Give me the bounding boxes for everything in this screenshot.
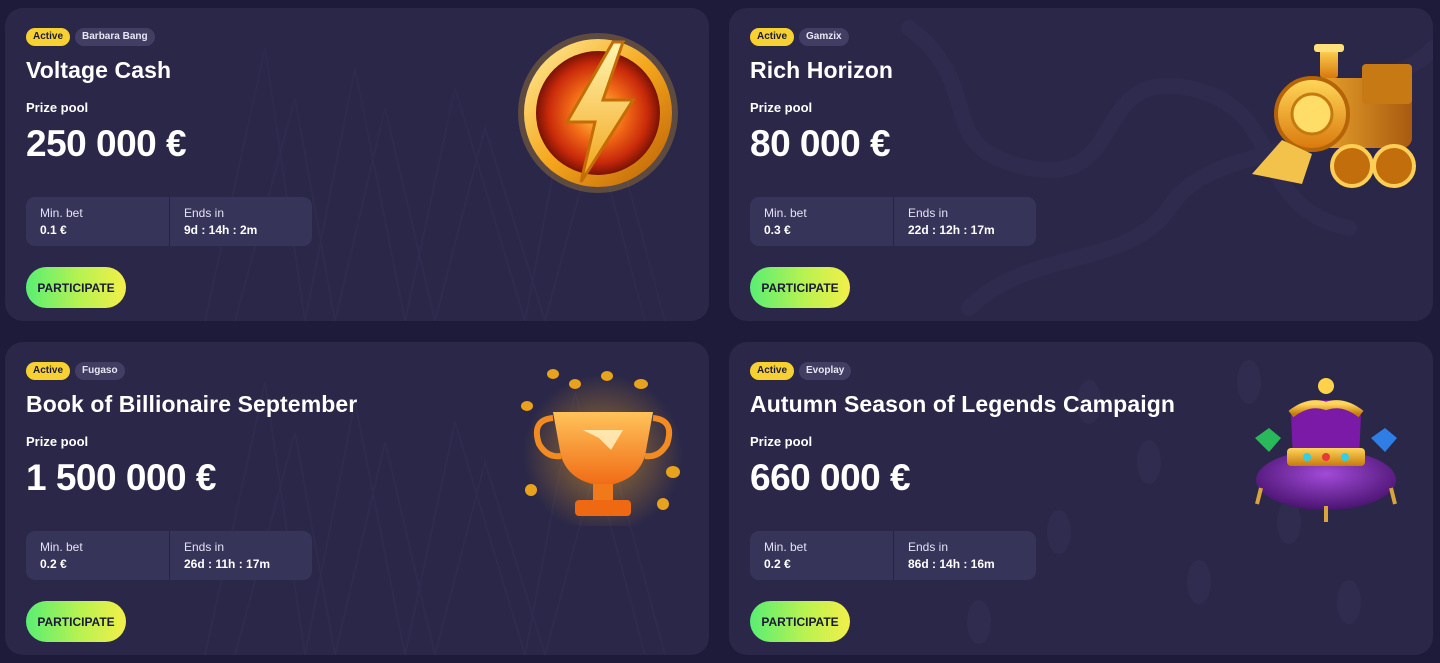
tournament-card: Active Fugaso Book of Billionaire Septem… <box>5 342 709 655</box>
min-bet-label: Min. bet <box>764 206 807 220</box>
status-badge: Active <box>750 362 795 380</box>
ends-in-value: 86d : 14h : 16m <box>908 557 995 571</box>
min-bet-label: Min. bet <box>764 540 807 554</box>
ends-in-value: 26d : 11h : 17m <box>184 557 271 571</box>
status-badge: Active <box>26 28 71 46</box>
ends-in-value: 9d : 14h : 2m <box>184 223 258 237</box>
tournament-title: Rich Horizon <box>750 57 894 83</box>
min-bet-value: 0.2 € <box>764 557 791 571</box>
min-bet-label: Min. bet <box>40 540 83 554</box>
ends-in-label: Ends in <box>908 540 949 554</box>
min-bet-value: 0.2 € <box>40 557 67 571</box>
status-badge: Active <box>750 28 795 46</box>
prize-pool-label: Prize pool <box>750 100 813 115</box>
tournament-title: Voltage Cash <box>26 57 172 83</box>
prize-pool-label: Prize pool <box>750 434 813 449</box>
provider-badge: Fugaso <box>75 362 125 380</box>
ends-in-label: Ends in <box>184 206 225 220</box>
tournament-info-box: Min. bet 0.3 € Ends in 22d : 12h : 17m <box>750 197 1036 246</box>
tournament-info-box: Min. bet 0.2 € Ends in 86d : 14h : 16m <box>750 531 1036 580</box>
min-bet-value: 0.3 € <box>764 223 791 237</box>
tournament-card: Active Evoplay Autumn Season of Legends … <box>729 342 1433 655</box>
tournament-info-box: Min. bet 0.1 € Ends in 9d : 14h : 2m <box>26 197 312 246</box>
tournament-grid: Active Barbara Bang Voltage Cash Prize p… <box>0 0 1440 663</box>
participate-button[interactable]: PARTICIPATE <box>750 601 850 642</box>
min-bet-label: Min. bet <box>40 206 83 220</box>
status-badge: Active <box>26 362 71 380</box>
prize-pool-label: Prize pool <box>26 434 89 449</box>
provider-badge: Evoplay <box>799 362 852 380</box>
prize-pool-value: 660 000 € <box>750 457 911 498</box>
prize-pool-value: 80 000 € <box>750 123 891 164</box>
participate-button[interactable]: PARTICIPATE <box>26 601 126 642</box>
ends-in-label: Ends in <box>908 206 949 220</box>
prize-pool-value: 1 500 000 € <box>26 457 216 498</box>
tournament-info-box: Min. bet 0.2 € Ends in 26d : 11h : 17m <box>26 531 312 580</box>
ends-in-value: 22d : 12h : 17m <box>908 223 995 237</box>
prize-pool-value: 250 000 € <box>26 123 187 164</box>
provider-badge: Barbara Bang <box>75 28 155 46</box>
tournament-title: Book of Billionaire September <box>26 391 358 417</box>
ends-in-label: Ends in <box>184 540 225 554</box>
tournament-card: Active Barbara Bang Voltage Cash Prize p… <box>5 8 709 321</box>
prize-pool-label: Prize pool <box>26 100 89 115</box>
tournament-card: Active Gamzix Rich Horizon Prize pool 80… <box>729 8 1433 321</box>
min-bet-value: 0.1 € <box>40 223 67 237</box>
participate-button[interactable]: PARTICIPATE <box>750 267 850 308</box>
tournament-title: Autumn Season of Legends Campaign <box>750 391 1176 417</box>
participate-button[interactable]: PARTICIPATE <box>26 267 126 308</box>
provider-badge: Gamzix <box>799 28 849 46</box>
